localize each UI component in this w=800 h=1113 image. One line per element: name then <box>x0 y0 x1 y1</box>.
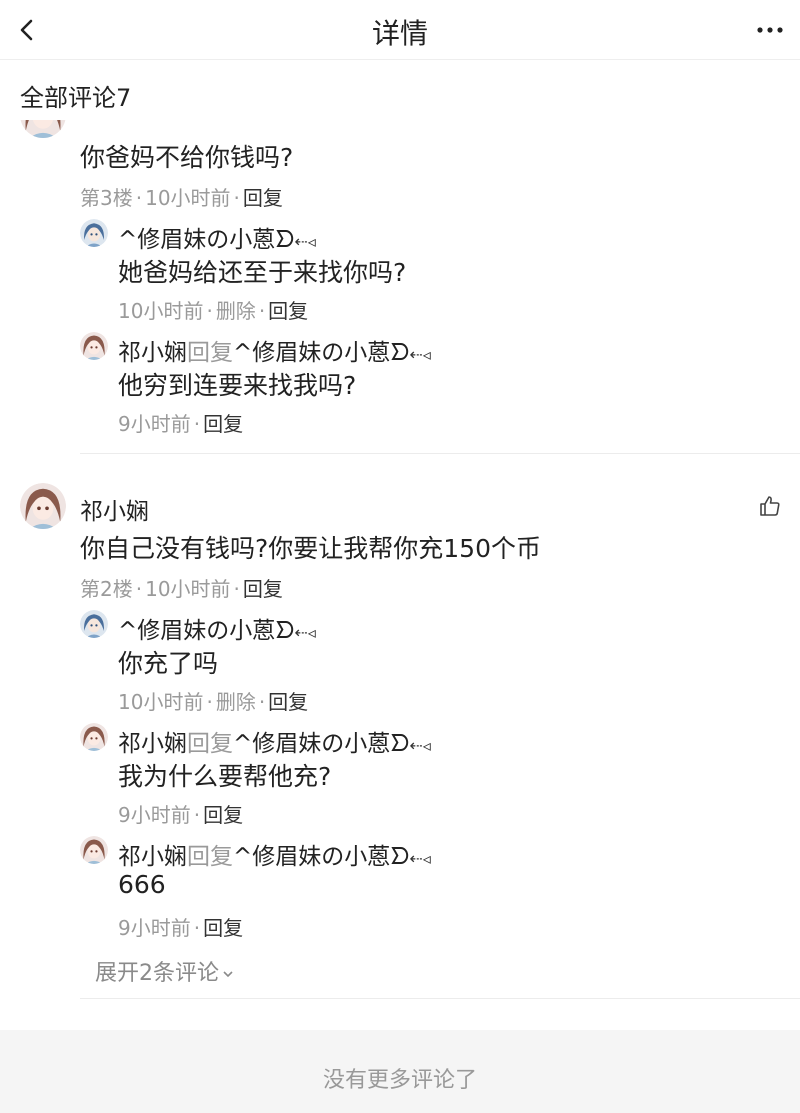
delete-label[interactable]: 删除 <box>216 690 256 714</box>
time-label: 10小时前 <box>145 186 231 210</box>
floor-label: 第2楼 <box>80 577 133 601</box>
emote-decoration: ⇠◃ <box>409 345 431 364</box>
like-thumb-icon[interactable] <box>758 494 782 518</box>
time-label: 10小时前 <box>118 690 204 714</box>
reply-word: 回复 <box>187 731 233 757</box>
reply-button[interactable]: 回复 <box>243 186 283 210</box>
reply-author[interactable]: 祁小娴回复^修眉妹の小蒽ᗤ⇠◃ <box>118 837 431 871</box>
reply-avatar[interactable] <box>80 219 108 247</box>
reply-button[interactable]: 回复 <box>203 412 243 436</box>
reply-text: 你充了吗 <box>118 649 219 678</box>
comment-text: 你自己没有钱吗?你要让我帮你充150个币 <box>80 534 541 563</box>
reply-word: 回复 <box>187 844 233 870</box>
reply-text: 她爸妈给还至于来找你吗? <box>118 258 407 287</box>
reply-button[interactable]: 回复 <box>203 916 243 940</box>
author-name[interactable]: 祁小娴 <box>118 340 187 366</box>
emote-decoration: ⇠◃ <box>409 849 431 868</box>
time-label: 9小时前 <box>118 803 191 827</box>
reply-avatar[interactable] <box>80 332 108 360</box>
top-bar: 详情 <box>0 0 800 60</box>
reply-button[interactable]: 回复 <box>243 577 283 601</box>
emote-decoration: ⇠◃ <box>294 232 316 251</box>
author-name[interactable]: ^修眉妹の小蒽ᗤ <box>118 227 294 253</box>
comment-author[interactable]: 祁小娴 <box>80 492 149 526</box>
reply-target[interactable]: ^修眉妹の小蒽ᗤ <box>233 844 409 870</box>
more-options-icon[interactable] <box>754 16 786 44</box>
time-label: 10小时前 <box>145 577 231 601</box>
floor-label: 第3楼 <box>80 186 133 210</box>
no-more-comments-label: 没有更多评论了 <box>322 1068 477 1093</box>
reply-author[interactable]: ^修眉妹の小蒽ᗤ⇠◃ <box>118 220 316 254</box>
comments-count-title: 全部评论7 <box>20 84 132 112</box>
reply-button[interactable]: 回复 <box>203 803 243 827</box>
reply-text: 他穷到连要来找我吗? <box>118 371 357 400</box>
reply-meta: 10小时前 · 删除 · 回复 <box>118 690 309 714</box>
reply-button[interactable]: 回复 <box>268 690 308 714</box>
reply-text: 666 <box>118 870 166 899</box>
time-label: 9小时前 <box>118 916 191 940</box>
expand-label[interactable]: 展开2条评论 <box>95 961 219 986</box>
comment-meta: 第2楼 · 10小时前 · 回复 <box>80 577 283 601</box>
page-title: 详情 <box>371 17 428 50</box>
divider <box>80 998 800 999</box>
end-of-list-footer: 没有更多评论了 <box>0 1030 800 1113</box>
reply-meta: 10小时前 · 删除 · 回复 <box>118 299 309 323</box>
reply-meta: 9小时前 · 回复 <box>118 412 244 436</box>
reply-meta: 9小时前 · 回复 <box>118 803 244 827</box>
emote-decoration: ⇠◃ <box>409 736 431 755</box>
emote-decoration: ⇠◃ <box>294 623 316 642</box>
reply-word: 回复 <box>187 340 233 366</box>
reply-meta: 9小时前 · 回复 <box>118 916 244 940</box>
expand-replies-link[interactable]: 展开2条评论 <box>95 955 235 987</box>
reply-text: 我为什么要帮他充? <box>118 762 332 791</box>
chevron-down-icon <box>223 971 233 978</box>
reply-author[interactable]: 祁小娴回复^修眉妹の小蒽ᗤ⇠◃ <box>118 724 431 758</box>
author-name[interactable]: ^修眉妹の小蒽ᗤ <box>118 618 294 644</box>
reply-author[interactable]: ^修眉妹の小蒽ᗤ⇠◃ <box>118 611 316 645</box>
time-label: 10小时前 <box>118 299 204 323</box>
time-label: 9小时前 <box>118 412 191 436</box>
comment-text: 你爸妈不给你钱吗? <box>80 143 294 172</box>
comment-meta: 第3楼 · 10小时前 · 回复 <box>80 186 283 210</box>
author-name[interactable]: 祁小娴 <box>118 844 187 870</box>
delete-label[interactable]: 删除 <box>216 299 256 323</box>
reply-button[interactable]: 回复 <box>268 299 308 323</box>
reply-target[interactable]: ^修眉妹の小蒽ᗤ <box>233 340 409 366</box>
reply-avatar[interactable] <box>80 836 108 864</box>
reply-avatar[interactable] <box>80 723 108 751</box>
reply-target[interactable]: ^修眉妹の小蒽ᗤ <box>233 731 409 757</box>
reply-author[interactable]: 祁小娴回复^修眉妹の小蒽ᗤ⇠◃ <box>118 333 431 367</box>
avatar[interactable] <box>20 483 66 529</box>
divider <box>80 453 800 454</box>
reply-avatar[interactable] <box>80 610 108 638</box>
author-name[interactable]: 祁小娴 <box>118 731 187 757</box>
